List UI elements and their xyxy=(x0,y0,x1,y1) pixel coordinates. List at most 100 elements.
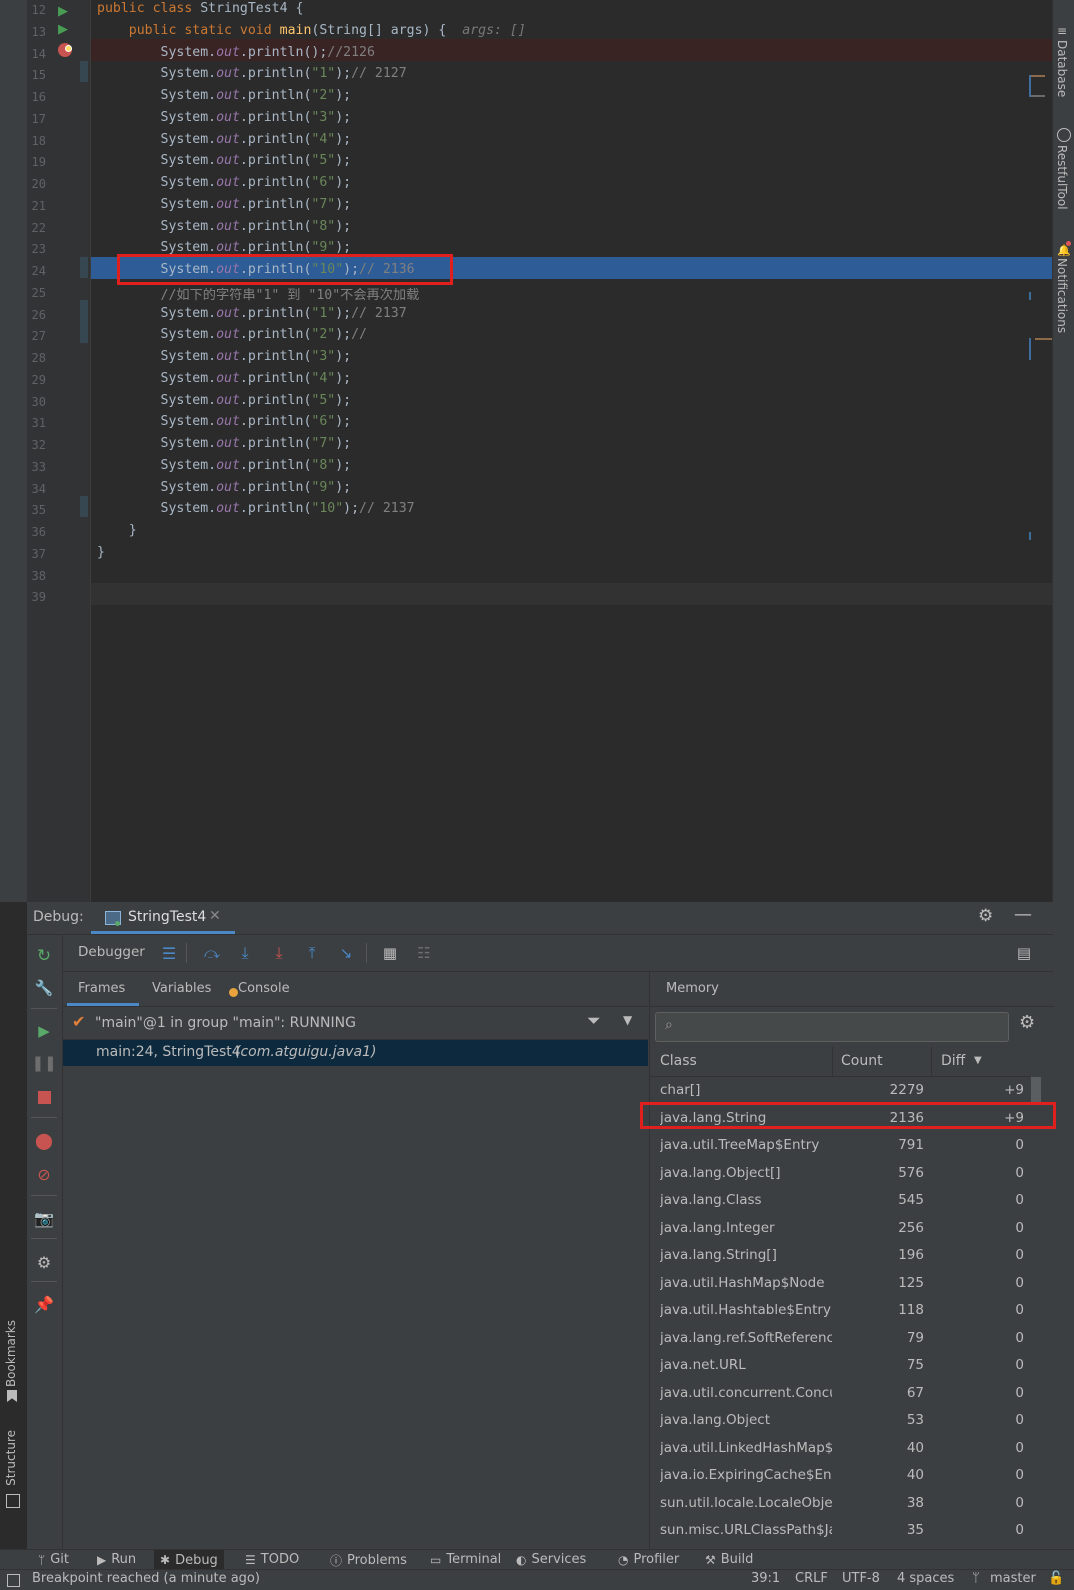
debugger-tab[interactable]: Debugger xyxy=(78,944,145,960)
memory-scrollbar-thumb[interactable] xyxy=(1031,1077,1041,1102)
tool-tab-terminal[interactable]: ▭ Terminal xyxy=(430,1552,501,1567)
minimize-icon[interactable]: — xyxy=(1014,904,1032,925)
memory-row[interactable]: java.lang.String[] 196 0 xyxy=(650,1242,1030,1269)
column-count[interactable]: Count xyxy=(841,1053,883,1069)
scroll-marker xyxy=(1031,75,1045,77)
step-over-icon[interactable]: ⤼ xyxy=(201,942,223,964)
memory-diff-cell: +9 xyxy=(1004,1082,1024,1098)
scroll-marker xyxy=(1035,338,1053,340)
memory-row[interactable]: java.util.Hashtable$Entry 118 0 xyxy=(650,1297,1030,1324)
indent-setting[interactable]: 4 spaces xyxy=(897,1571,954,1586)
run-main-icon[interactable]: ▶ xyxy=(52,18,74,40)
memory-row[interactable]: char[] 2279 +9 xyxy=(650,1077,1030,1104)
line-number: 12 xyxy=(31,3,46,17)
memory-row[interactable]: java.lang.Integer 256 0 xyxy=(650,1215,1030,1242)
gear-icon[interactable]: ⚙ xyxy=(978,906,993,926)
code-line: //如下的字符串"1" 到 "10"不会再次加载 xyxy=(160,287,420,303)
tool-tab-git[interactable]: ᛘ Git xyxy=(38,1552,69,1567)
thread-selector[interactable]: ✔ "main"@1 in group "main": RUNNING ⏷ ▼ xyxy=(63,1007,648,1040)
tool-tab-debug[interactable]: ✱ Debug xyxy=(154,1550,224,1570)
code-line: System.out.println("9"); xyxy=(97,240,352,256)
memory-count-cell: 40 xyxy=(906,1467,924,1483)
view-breakpoints-icon[interactable]: ⬤ xyxy=(33,1129,55,1151)
step-out-icon[interactable]: ⤒ xyxy=(301,942,323,964)
file-encoding[interactable]: UTF-8 xyxy=(842,1571,880,1586)
step-into-icon[interactable]: ⤓ xyxy=(234,942,256,964)
git-branch[interactable]: master xyxy=(990,1571,1036,1586)
layout-toggle-icon[interactable] xyxy=(7,1574,20,1587)
force-step-into-icon[interactable]: ⤓ xyxy=(268,942,290,964)
breakpoint-icon[interactable] xyxy=(58,43,72,57)
mute-breakpoints-icon[interactable]: ⊘ xyxy=(33,1163,55,1185)
database-tab[interactable]: Database xyxy=(1055,40,1069,97)
memory-row[interactable]: java.io.ExpiringCache$Entr 40 0 xyxy=(650,1462,1030,1489)
tab-frames[interactable]: Frames xyxy=(78,981,125,996)
tool-tab-problems[interactable]: ⓘ Problems xyxy=(330,1552,407,1569)
wrench-icon[interactable]: 🔧 xyxy=(33,977,55,999)
memory-row[interactable]: java.net.URL 75 0 xyxy=(650,1352,1030,1379)
trace-stream-icon[interactable]: ☷ xyxy=(413,942,435,964)
memory-row[interactable]: java.util.HashMap$Node 125 0 xyxy=(650,1270,1030,1297)
memory-panel: Memory ⌕ ⚙ Class Count Diff ▼ char[] 2279… xyxy=(649,972,1054,1549)
session-tab-stringtest4[interactable]: StringTest4 xyxy=(128,909,206,925)
memory-class-cell: java.io.ExpiringCache$Entr xyxy=(660,1467,832,1483)
memory-settings-icon[interactable]: ⚙ xyxy=(1019,1012,1035,1033)
memory-class-cell: char[] xyxy=(660,1082,701,1098)
tool-tab-run[interactable]: ▶ Run xyxy=(97,1552,136,1567)
tool-tab-services[interactable]: ◐ Services xyxy=(516,1552,586,1567)
memory-row[interactable]: sun.util.locale.LocaleObjec 38 0 xyxy=(650,1490,1030,1517)
line-number: 34 xyxy=(31,481,46,496)
status-message[interactable]: Breakpoint reached (a minute ago) xyxy=(32,1571,260,1586)
tool-tab-profiler[interactable]: ◔ Profiler xyxy=(618,1552,679,1567)
filter-icon[interactable]: ⏷ xyxy=(587,1011,601,1031)
bookmarks-tab[interactable]: Bookmarks xyxy=(4,1320,18,1387)
memory-count-cell: 545 xyxy=(898,1192,924,1208)
close-icon[interactable]: ✕ xyxy=(209,908,221,924)
change-marker xyxy=(80,257,88,278)
line-number: 19 xyxy=(31,155,46,170)
pin-icon[interactable]: 📌 xyxy=(33,1293,55,1315)
memory-diff-cell: 0 xyxy=(1015,1274,1024,1291)
memory-search-input[interactable]: ⌕ xyxy=(655,1012,1009,1042)
tool-tab-todo[interactable]: ☰ TODO xyxy=(245,1552,299,1567)
frame-row[interactable]: main:24, StringTest4 (com.atguigu.java1) xyxy=(63,1040,648,1066)
memory-row[interactable]: java.lang.ref.SoftReference 79 0 xyxy=(650,1325,1030,1352)
scroll-marker xyxy=(1031,95,1045,97)
memory-row[interactable]: java.util.TreeMap$Entry 791 0 xyxy=(650,1132,1030,1159)
memory-row[interactable]: java.util.concurrent.Concu 67 0 xyxy=(650,1380,1030,1407)
restfultool-tab[interactable]: RestfulTool xyxy=(1055,145,1069,210)
settings-icon[interactable]: ⚙ xyxy=(33,1251,55,1273)
threads-view-icon[interactable]: ☰ xyxy=(158,942,180,964)
caret-position[interactable]: 39:1 xyxy=(751,1571,780,1586)
memory-row[interactable]: java.lang.Class 545 0 xyxy=(650,1187,1030,1214)
column-diff[interactable]: Diff xyxy=(941,1053,965,1069)
layout-options-icon[interactable]: ▤ xyxy=(1013,942,1035,964)
tool-tab-build[interactable]: ⚒ Build xyxy=(705,1552,753,1567)
tab-console[interactable]: Console xyxy=(238,981,290,996)
tab-variables[interactable]: Variables xyxy=(152,981,211,996)
stop-icon[interactable] xyxy=(33,1086,55,1108)
tool-tab-label: Git xyxy=(50,1552,69,1567)
memory-row[interactable]: java.lang.Object[] 576 0 xyxy=(650,1160,1030,1187)
evaluate-expression-icon[interactable]: ▦ xyxy=(379,942,401,964)
memory-class-cell: java.lang.ref.SoftReference xyxy=(660,1329,832,1346)
memory-row[interactable]: sun.misc.URLClassPath$Ja 35 0 xyxy=(650,1517,1030,1544)
line-separator[interactable]: CRLF xyxy=(795,1571,828,1586)
memory-row[interactable]: java.lang.Object 53 0 xyxy=(650,1407,1030,1434)
debugger-toolbar: Debugger ☰ ⤼ ⤓ ⤓ ⤒ ↘ ▦ ☷ ▤ xyxy=(63,935,1053,972)
run-to-cursor-icon[interactable]: ↘ xyxy=(335,942,357,964)
line-number: 27 xyxy=(31,329,46,344)
lock-icon[interactable]: 🔓 xyxy=(1048,1571,1064,1586)
pause-icon[interactable]: ❚❚ xyxy=(31,1052,56,1074)
bookmark-icon xyxy=(7,1390,17,1402)
resume-icon[interactable]: ▶ xyxy=(33,1020,55,1042)
notifications-tab[interactable]: Notifications xyxy=(1055,258,1069,333)
column-class[interactable]: Class xyxy=(660,1053,697,1069)
rerun-icon[interactable]: ↻ xyxy=(33,945,55,967)
debug-side-actions: ↻ 🔧 ▶ ❚❚ ⬤ ⊘ 📷 ⚙ 📌 xyxy=(27,935,63,1549)
memory-count-cell: 79 xyxy=(906,1329,924,1346)
structure-tab[interactable]: Structure xyxy=(4,1430,18,1486)
dropdown-arrow-icon[interactable]: ▼ xyxy=(623,1013,632,1027)
memory-row[interactable]: java.util.LinkedHashMap$ 40 0 xyxy=(650,1435,1030,1462)
camera-icon[interactable]: 📷 xyxy=(33,1207,55,1229)
